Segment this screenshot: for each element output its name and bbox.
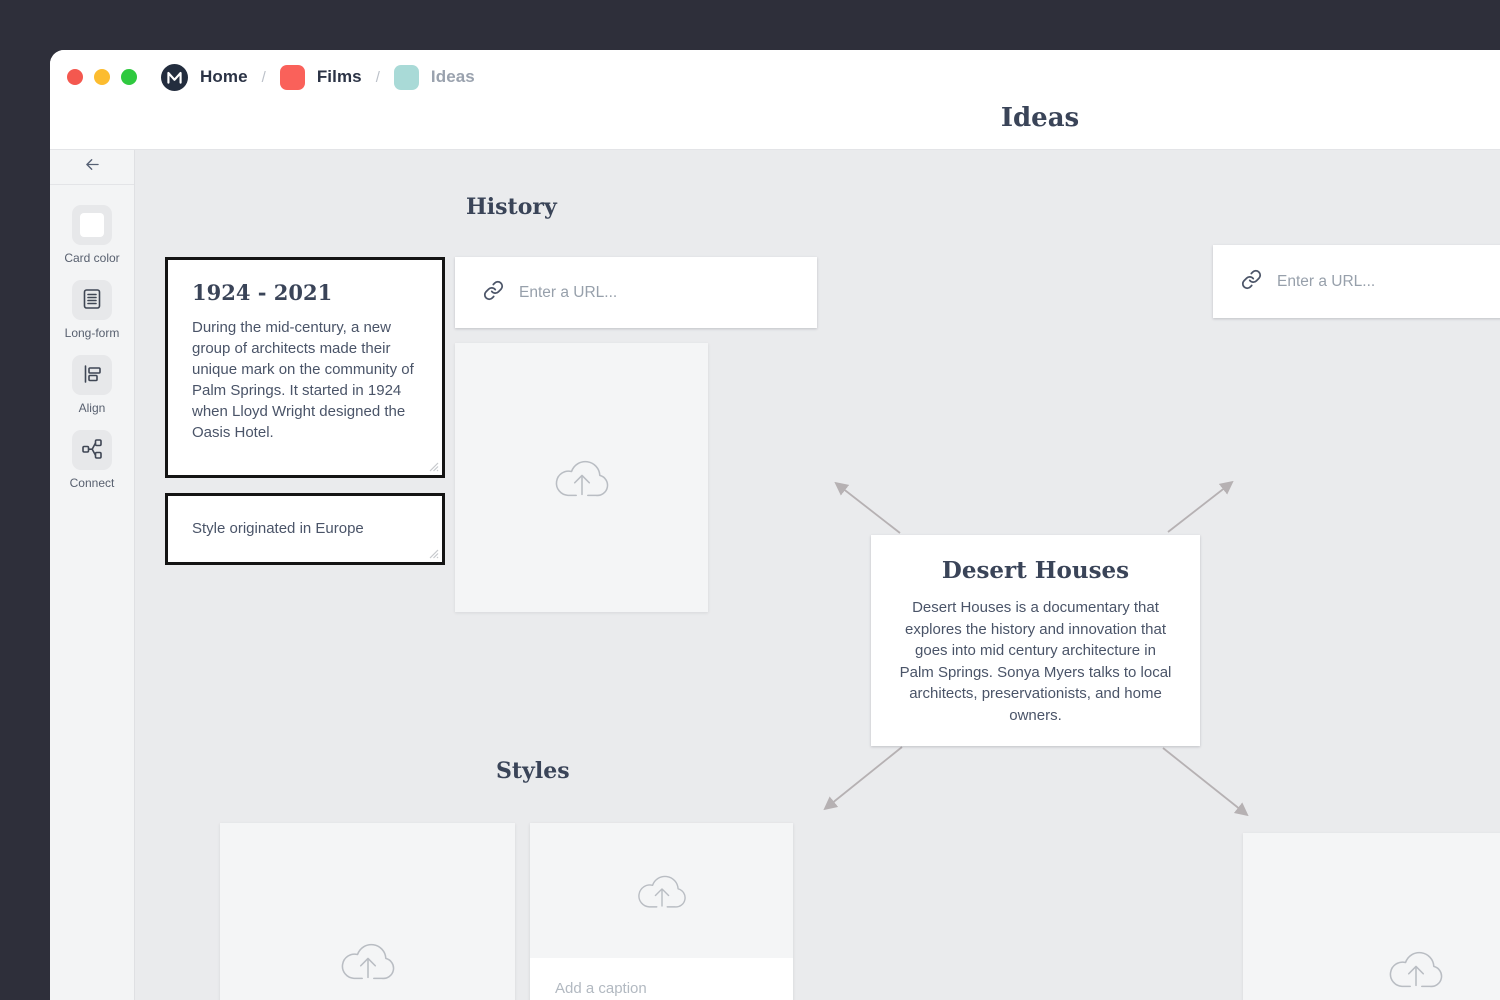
breadcrumb-separator: / [376,69,380,86]
caption-input-placeholder[interactable]: Add a caption [530,958,793,1000]
long-form-button[interactable] [72,280,112,320]
board-icon-red [280,65,305,90]
url-card[interactable]: Enter a URL... [455,257,817,328]
url-input-placeholder: Enter a URL... [1277,273,1375,291]
image-upload-dropzone[interactable] [1243,833,1500,1000]
upload-cloud-icon [551,450,613,505]
link-icon [483,280,504,306]
board-icon-teal [394,65,419,90]
section-heading-styles[interactable]: Styles [496,758,570,784]
tool-long-form: Long-form [65,280,120,340]
image-upload-dropzone[interactable] [220,823,515,1000]
breadcrumb-item-ideas: Ideas [394,65,475,90]
breadcrumb-item-home[interactable]: Home [161,64,248,91]
card-color-button[interactable] [72,205,112,245]
note-card-1924-2021[interactable]: 1924 - 2021 During the mid-century, a ne… [165,257,445,478]
image-upload-dropzone[interactable] [530,823,793,958]
arrow-left-icon [83,155,102,179]
close-window-button[interactable] [67,69,83,85]
desert-houses-card[interactable]: Desert Houses Desert Houses is a documen… [871,535,1200,746]
resize-handle[interactable] [426,546,439,559]
milanote-logo-icon [161,64,188,91]
resize-handle[interactable] [426,459,439,472]
url-card[interactable]: Enter a URL... [1213,245,1500,318]
tool-label: Long-form [65,326,120,340]
note-card-body: Style originated in Europe [192,518,418,539]
tool-align: Align [72,355,112,415]
tool-connect: Connect [70,430,115,490]
breadcrumb-label: Films [317,67,362,87]
breadcrumb-item-films[interactable]: Films [280,65,362,90]
image-card-with-caption[interactable]: Add a caption [530,823,793,1000]
align-button[interactable] [72,355,112,395]
breadcrumb: Home / Films / Ideas [67,63,475,91]
desert-card-body: Desert Houses is a documentary that expl… [899,597,1172,726]
note-card-body: During the mid-century, a new group of a… [192,317,418,443]
minimize-window-button[interactable] [94,69,110,85]
tool-label: Align [79,401,106,415]
tool-label: Connect [70,476,115,490]
app-header: Home / Films / Ideas Ideas [50,50,1500,150]
image-upload-dropzone[interactable] [455,343,708,612]
url-input-placeholder: Enter a URL... [519,284,617,302]
desktop-background: Home / Films / Ideas Ideas [0,0,1500,1000]
connect-button[interactable] [72,430,112,470]
connect-nodes-icon [80,437,104,464]
note-card-style-origin[interactable]: Style originated in Europe [165,493,445,565]
board-title: Ideas [1001,103,1079,133]
tool-label: Card color [64,251,119,265]
note-card-title: 1924 - 2021 [192,280,418,305]
app-window: Home / Films / Ideas Ideas [50,50,1500,1000]
section-heading-history[interactable]: History [466,194,557,220]
upload-cloud-icon [337,933,399,988]
zoom-window-button[interactable] [121,69,137,85]
tool-sidebar: Card color [50,150,135,1000]
tool-list: Card color [64,185,119,490]
upload-cloud-icon [634,866,690,916]
link-icon [1241,269,1262,295]
breadcrumb-separator: / [262,69,266,86]
upload-cloud-icon [1385,941,1447,996]
card-color-swatch-icon [80,213,104,237]
window-content: Card color [50,150,1500,1000]
window-controls [67,69,137,85]
board-canvas[interactable]: History Styles 1924 - 2021 During the mi… [135,150,1500,1000]
align-icon [80,362,104,389]
long-form-document-icon [80,287,104,314]
tool-card-color: Card color [64,205,119,265]
breadcrumb-label: Home [200,67,248,87]
desert-card-title: Desert Houses [899,557,1172,584]
breadcrumb-label: Ideas [431,67,475,87]
collapse-sidebar-button[interactable] [50,150,134,185]
